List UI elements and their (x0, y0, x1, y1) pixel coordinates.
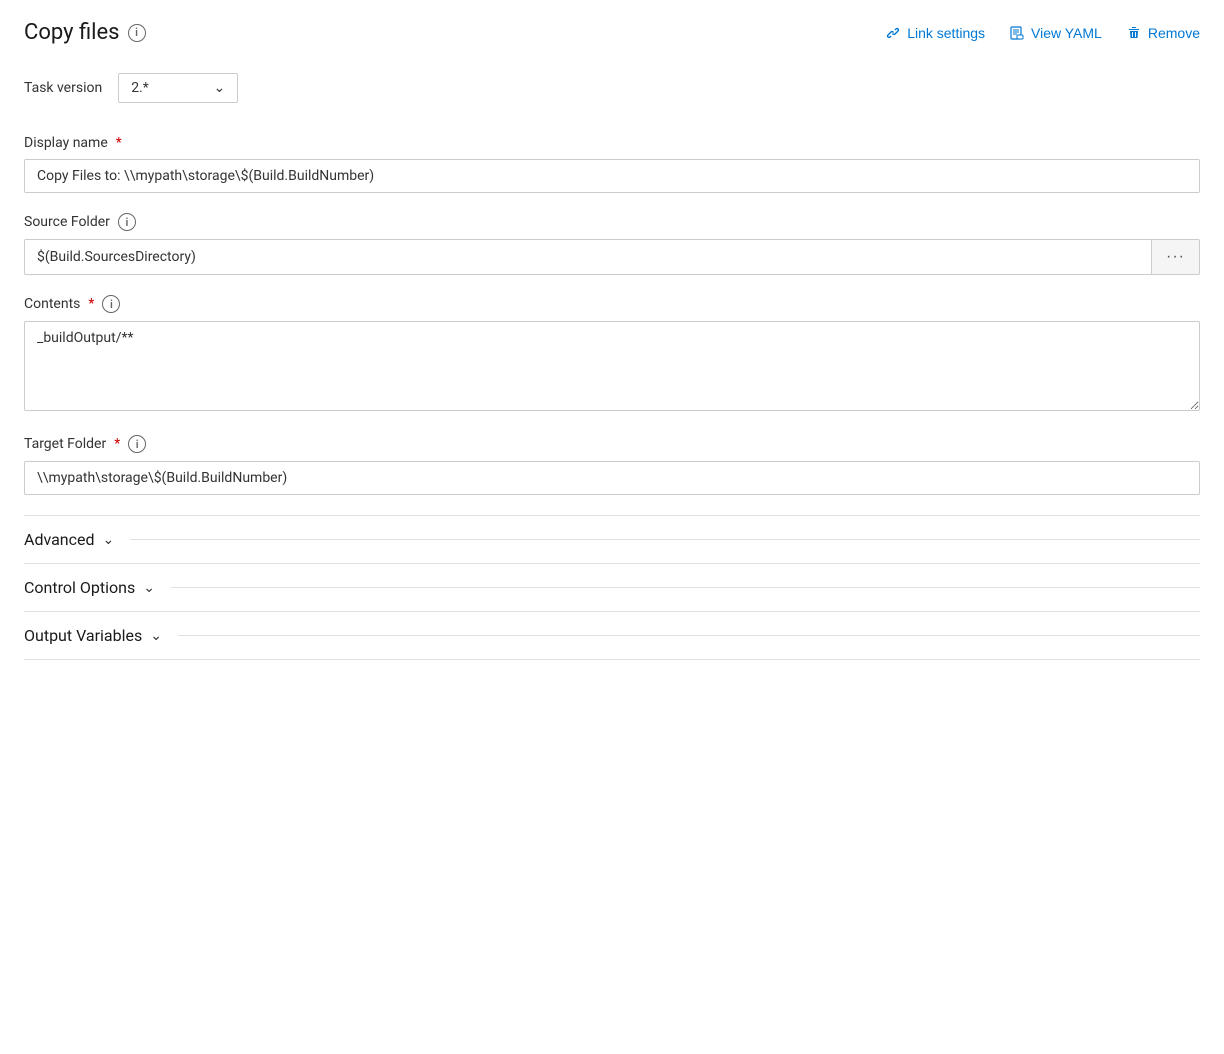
display-name-label-row: Display name * (24, 135, 1200, 151)
link-icon (885, 25, 901, 41)
source-folder-section: Source Folder i ··· (24, 213, 1200, 275)
link-settings-button[interactable]: Link settings (885, 25, 985, 41)
display-name-input[interactable] (24, 159, 1200, 193)
display-name-section: Display name * (24, 135, 1200, 193)
control-options-label: Control Options (24, 578, 135, 597)
display-name-label: Display name (24, 135, 108, 151)
control-options-chevron-icon: ⌄ (143, 580, 155, 596)
contents-required: * (88, 296, 94, 312)
source-folder-ellipsis-button[interactable]: ··· (1151, 239, 1200, 275)
title-area: Copy files i (24, 20, 146, 45)
view-yaml-button[interactable]: View YAML (1009, 25, 1102, 41)
output-variables-section-header[interactable]: Output Variables ⌄ (24, 611, 1200, 660)
yaml-icon (1009, 25, 1025, 41)
contents-textarea[interactable] (24, 321, 1200, 411)
task-version-label: Task version (24, 80, 102, 96)
target-folder-info-icon[interactable]: i (128, 435, 146, 453)
contents-label-row: Contents * i (24, 295, 1200, 313)
view-yaml-label: View YAML (1031, 25, 1102, 41)
version-chevron-icon: ⌄ (213, 80, 225, 96)
target-folder-required: * (114, 436, 120, 452)
display-name-required: * (116, 135, 122, 151)
advanced-chevron-icon: ⌄ (103, 532, 115, 548)
page-title: Copy files (24, 20, 120, 45)
remove-button[interactable]: Remove (1126, 25, 1200, 41)
advanced-section-header[interactable]: Advanced ⌄ (24, 515, 1200, 563)
output-variables-label: Output Variables (24, 626, 142, 645)
remove-icon (1126, 25, 1142, 41)
title-info-icon[interactable]: i (128, 24, 146, 42)
target-folder-label-row: Target Folder * i (24, 435, 1200, 453)
contents-section: Contents * i (24, 295, 1200, 415)
advanced-label: Advanced (24, 530, 95, 549)
task-version-row: Task version 2.* ⌄ (24, 73, 1200, 103)
output-variables-chevron-icon: ⌄ (150, 628, 162, 644)
target-folder-input[interactable] (24, 461, 1200, 495)
link-settings-label: Link settings (907, 25, 985, 41)
source-folder-input-group: ··· (24, 239, 1200, 275)
target-folder-label: Target Folder (24, 436, 106, 452)
source-folder-label: Source Folder (24, 214, 110, 230)
contents-label: Contents (24, 296, 80, 312)
page-header: Copy files i Link settings View YAML (24, 20, 1200, 45)
task-version-select[interactable]: 2.* ⌄ (118, 73, 238, 103)
remove-label: Remove (1148, 25, 1200, 41)
control-options-section-header[interactable]: Control Options ⌄ (24, 563, 1200, 611)
source-folder-info-icon[interactable]: i (118, 213, 136, 231)
contents-info-icon[interactable]: i (102, 295, 120, 313)
source-folder-label-row: Source Folder i (24, 213, 1200, 231)
target-folder-section: Target Folder * i (24, 435, 1200, 495)
source-folder-input[interactable] (24, 239, 1151, 275)
ellipsis-icon: ··· (1166, 248, 1185, 266)
header-actions: Link settings View YAML Remove (885, 25, 1200, 41)
task-version-value: 2.* (131, 80, 149, 96)
